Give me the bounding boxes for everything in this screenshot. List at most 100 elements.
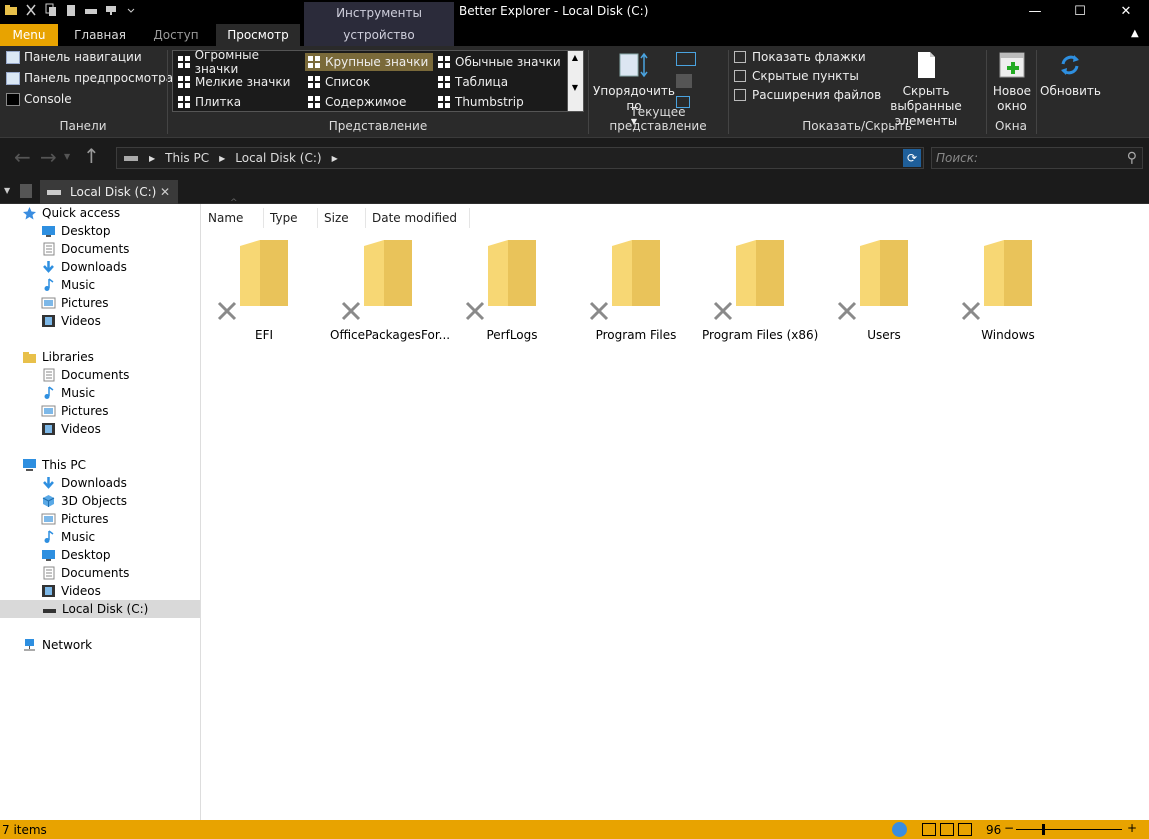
layout-large[interactable]: Крупные значки bbox=[305, 53, 433, 71]
add-columns-icon[interactable] bbox=[676, 74, 692, 88]
tab-share[interactable]: Доступ bbox=[142, 24, 210, 46]
zoom-slider[interactable] bbox=[1016, 829, 1122, 830]
navigation-pane-button[interactable]: Панель навигации bbox=[6, 50, 142, 64]
chevron-right-icon: ▶ bbox=[219, 153, 226, 163]
tree-lib-videos[interactable]: Videos bbox=[41, 420, 101, 438]
tree-pc-desktop[interactable]: Desktop bbox=[41, 546, 111, 564]
column-size[interactable]: Size bbox=[318, 208, 366, 228]
back-icon[interactable]: ← bbox=[14, 147, 31, 167]
zoom-thumb[interactable] bbox=[1041, 824, 1045, 835]
layout-tiles[interactable]: Плитка bbox=[175, 93, 303, 111]
tiles-view-icon[interactable] bbox=[958, 823, 972, 836]
folder-item[interactable]: EFI bbox=[206, 236, 322, 346]
chevron-up-icon[interactable]: ▲ bbox=[1131, 28, 1139, 39]
folder-icon[interactable] bbox=[4, 3, 18, 17]
close-tab-icon[interactable]: ✕ bbox=[160, 185, 170, 199]
details-view-icon[interactable] bbox=[940, 823, 954, 836]
tab-local-disk[interactable]: Local Disk (C:) ✕ bbox=[40, 180, 178, 204]
zoom-out-icon[interactable]: − bbox=[1004, 821, 1014, 835]
item-checkboxes-toggle[interactable]: Показать флажки bbox=[734, 50, 866, 64]
large-icons-view-icon[interactable] bbox=[922, 823, 936, 836]
network-drive-icon[interactable] bbox=[104, 3, 118, 17]
zoom-in-icon[interactable]: + bbox=[1127, 821, 1137, 835]
checkbox[interactable] bbox=[734, 51, 746, 63]
hidden-items-toggle[interactable]: Скрытые пункты bbox=[734, 69, 859, 83]
tab-view[interactable]: Просмотр bbox=[216, 24, 300, 46]
folder-item[interactable]: OfficePackagesFor... bbox=[330, 236, 450, 346]
checkbox[interactable] bbox=[734, 70, 746, 82]
group-by-icon[interactable] bbox=[676, 52, 696, 66]
tree-qa-pictures[interactable]: Pictures bbox=[41, 294, 109, 312]
tab-list-chevron-icon[interactable]: ▼ bbox=[4, 186, 10, 195]
up-icon[interactable]: ↑ bbox=[83, 146, 100, 166]
layout-details[interactable]: Таблица bbox=[435, 73, 563, 91]
tree-pc-videos[interactable]: Videos bbox=[41, 582, 101, 600]
checkbox[interactable] bbox=[734, 89, 746, 101]
tree-lib-music[interactable]: Music bbox=[41, 384, 95, 402]
drive-icon[interactable] bbox=[84, 3, 98, 17]
breadcrumb-local-disk[interactable]: Local Disk (C:) bbox=[235, 151, 321, 165]
layout-medium[interactable]: Обычные значки bbox=[435, 53, 563, 71]
console-button[interactable]: Console bbox=[6, 92, 72, 106]
folder-item[interactable]: Windows bbox=[950, 236, 1066, 346]
folder-icon bbox=[488, 240, 536, 306]
search-input[interactable]: Поиск: ⚲ bbox=[931, 147, 1143, 169]
search-icon[interactable]: ⚲ bbox=[1127, 148, 1137, 168]
layout-extra-large[interactable]: Огромные значки bbox=[175, 48, 303, 76]
new-tab-icon[interactable] bbox=[20, 184, 32, 198]
tree-pc-local-disk[interactable]: Local Disk (C:) bbox=[0, 600, 200, 618]
tab-device[interactable]: устройство bbox=[304, 24, 454, 46]
tree-qa-desktop[interactable]: Desktop bbox=[41, 222, 111, 240]
breadcrumb-this-pc[interactable]: This PC bbox=[165, 151, 209, 165]
gallery-scrollbar[interactable]: ▲ ▼ bbox=[567, 51, 583, 111]
forward-icon[interactable]: → bbox=[40, 147, 57, 167]
history-chevron-icon[interactable]: ▼ bbox=[64, 152, 70, 161]
folder-item[interactable]: Program Files bbox=[578, 236, 694, 346]
tree-this-pc[interactable]: This PC bbox=[22, 456, 86, 474]
close-button[interactable]: ✕ bbox=[1103, 0, 1149, 24]
column-date-modified[interactable]: Date modified bbox=[366, 208, 470, 228]
address-bar[interactable]: ▶ This PC ▶ Local Disk (C:) ▶ ⟳ bbox=[116, 147, 924, 169]
tree-quick-access[interactable]: Quick access bbox=[22, 204, 120, 222]
maximize-button[interactable]: ☐ bbox=[1057, 0, 1103, 24]
minimize-button[interactable]: — bbox=[1012, 0, 1058, 24]
tree-qa-downloads[interactable]: Downloads bbox=[41, 258, 127, 276]
tree-lib-documents[interactable]: Documents bbox=[41, 366, 129, 384]
tree-pc-music[interactable]: Music bbox=[41, 528, 95, 546]
globe-icon[interactable] bbox=[892, 822, 907, 837]
file-extensions-toggle[interactable]: Расширения файлов bbox=[734, 88, 881, 102]
scroll-down-icon[interactable]: ▼ bbox=[568, 81, 582, 95]
tab-home[interactable]: Главная bbox=[64, 24, 136, 46]
tree-qa-videos[interactable]: Videos bbox=[41, 312, 101, 330]
navigation-pane-icon bbox=[6, 50, 20, 64]
tree-qa-music[interactable]: Music bbox=[41, 276, 95, 294]
tree-lib-pictures[interactable]: Pictures bbox=[41, 402, 109, 420]
layout-thumbstrip[interactable]: Thumbstrip bbox=[435, 93, 563, 111]
tree-pc-downloads[interactable]: Downloads bbox=[41, 474, 127, 492]
tree-qa-documents[interactable]: Documents bbox=[41, 240, 129, 258]
column-type[interactable]: Type bbox=[264, 208, 318, 228]
tab-menu[interactable]: Menu bbox=[0, 24, 58, 46]
folder-item[interactable]: PerfLogs bbox=[454, 236, 570, 346]
folder-item[interactable]: Users bbox=[826, 236, 942, 346]
scroll-up-icon[interactable]: ▲ bbox=[568, 51, 582, 65]
layout-content[interactable]: Содержимое bbox=[305, 93, 433, 111]
layout-small[interactable]: Мелкие значки bbox=[175, 73, 303, 91]
column-name[interactable]: Name bbox=[202, 208, 264, 228]
chevron-down-icon[interactable] bbox=[124, 3, 138, 17]
refresh-button[interactable]: Обновить bbox=[1040, 50, 1101, 99]
tree-pc-documents[interactable]: Documents bbox=[41, 564, 129, 582]
layout-list[interactable]: Список bbox=[305, 73, 433, 91]
tree-network[interactable]: Network bbox=[22, 636, 92, 654]
preview-pane-button[interactable]: Панель предпросмотра bbox=[6, 71, 173, 85]
copy-icon[interactable] bbox=[44, 3, 58, 17]
folder-item[interactable]: Program Files (x86) bbox=[702, 236, 818, 346]
tree-pc-3d-objects[interactable]: 3D Objects bbox=[41, 492, 127, 510]
tree-libraries[interactable]: Libraries bbox=[22, 348, 94, 366]
cut-icon[interactable] bbox=[24, 3, 38, 17]
refresh-icon[interactable]: ⟳ bbox=[903, 149, 921, 167]
tree-pc-pictures[interactable]: Pictures bbox=[41, 510, 109, 528]
paste-icon[interactable] bbox=[64, 3, 78, 17]
hide-selected-button[interactable]: Скрыть выбранные элементы bbox=[870, 50, 982, 129]
new-window-button[interactable]: Новое окно bbox=[990, 50, 1034, 114]
